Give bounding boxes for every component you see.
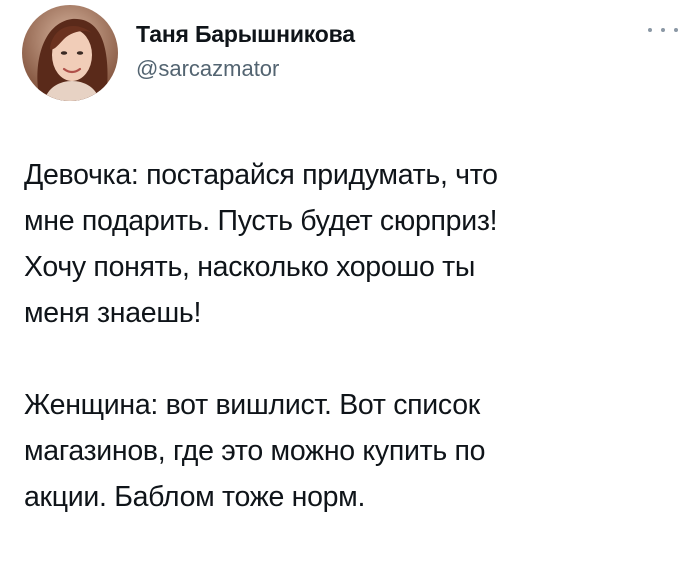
tweet-paragraph: Женщина: вот вишлист. Вот список магазин… bbox=[24, 389, 486, 513]
tweet-card: Таня Барышникова @sarcazmator Девочка: п… bbox=[0, 0, 700, 578]
avatar[interactable] bbox=[22, 5, 118, 101]
tweet-paragraph: Девочка: постарайся придумать, что мне п… bbox=[24, 159, 498, 329]
author-display-name[interactable]: Таня Барышникова bbox=[136, 20, 355, 48]
author-handle[interactable]: @sarcazmator bbox=[136, 55, 279, 83]
avatar-photo-icon bbox=[22, 5, 118, 101]
more-options-icon[interactable] bbox=[648, 18, 678, 42]
more-dot bbox=[648, 28, 652, 32]
more-dot bbox=[661, 28, 665, 32]
tweet-text: Девочка: постарайся придумать, что мне п… bbox=[24, 152, 680, 520]
more-dot bbox=[674, 28, 678, 32]
